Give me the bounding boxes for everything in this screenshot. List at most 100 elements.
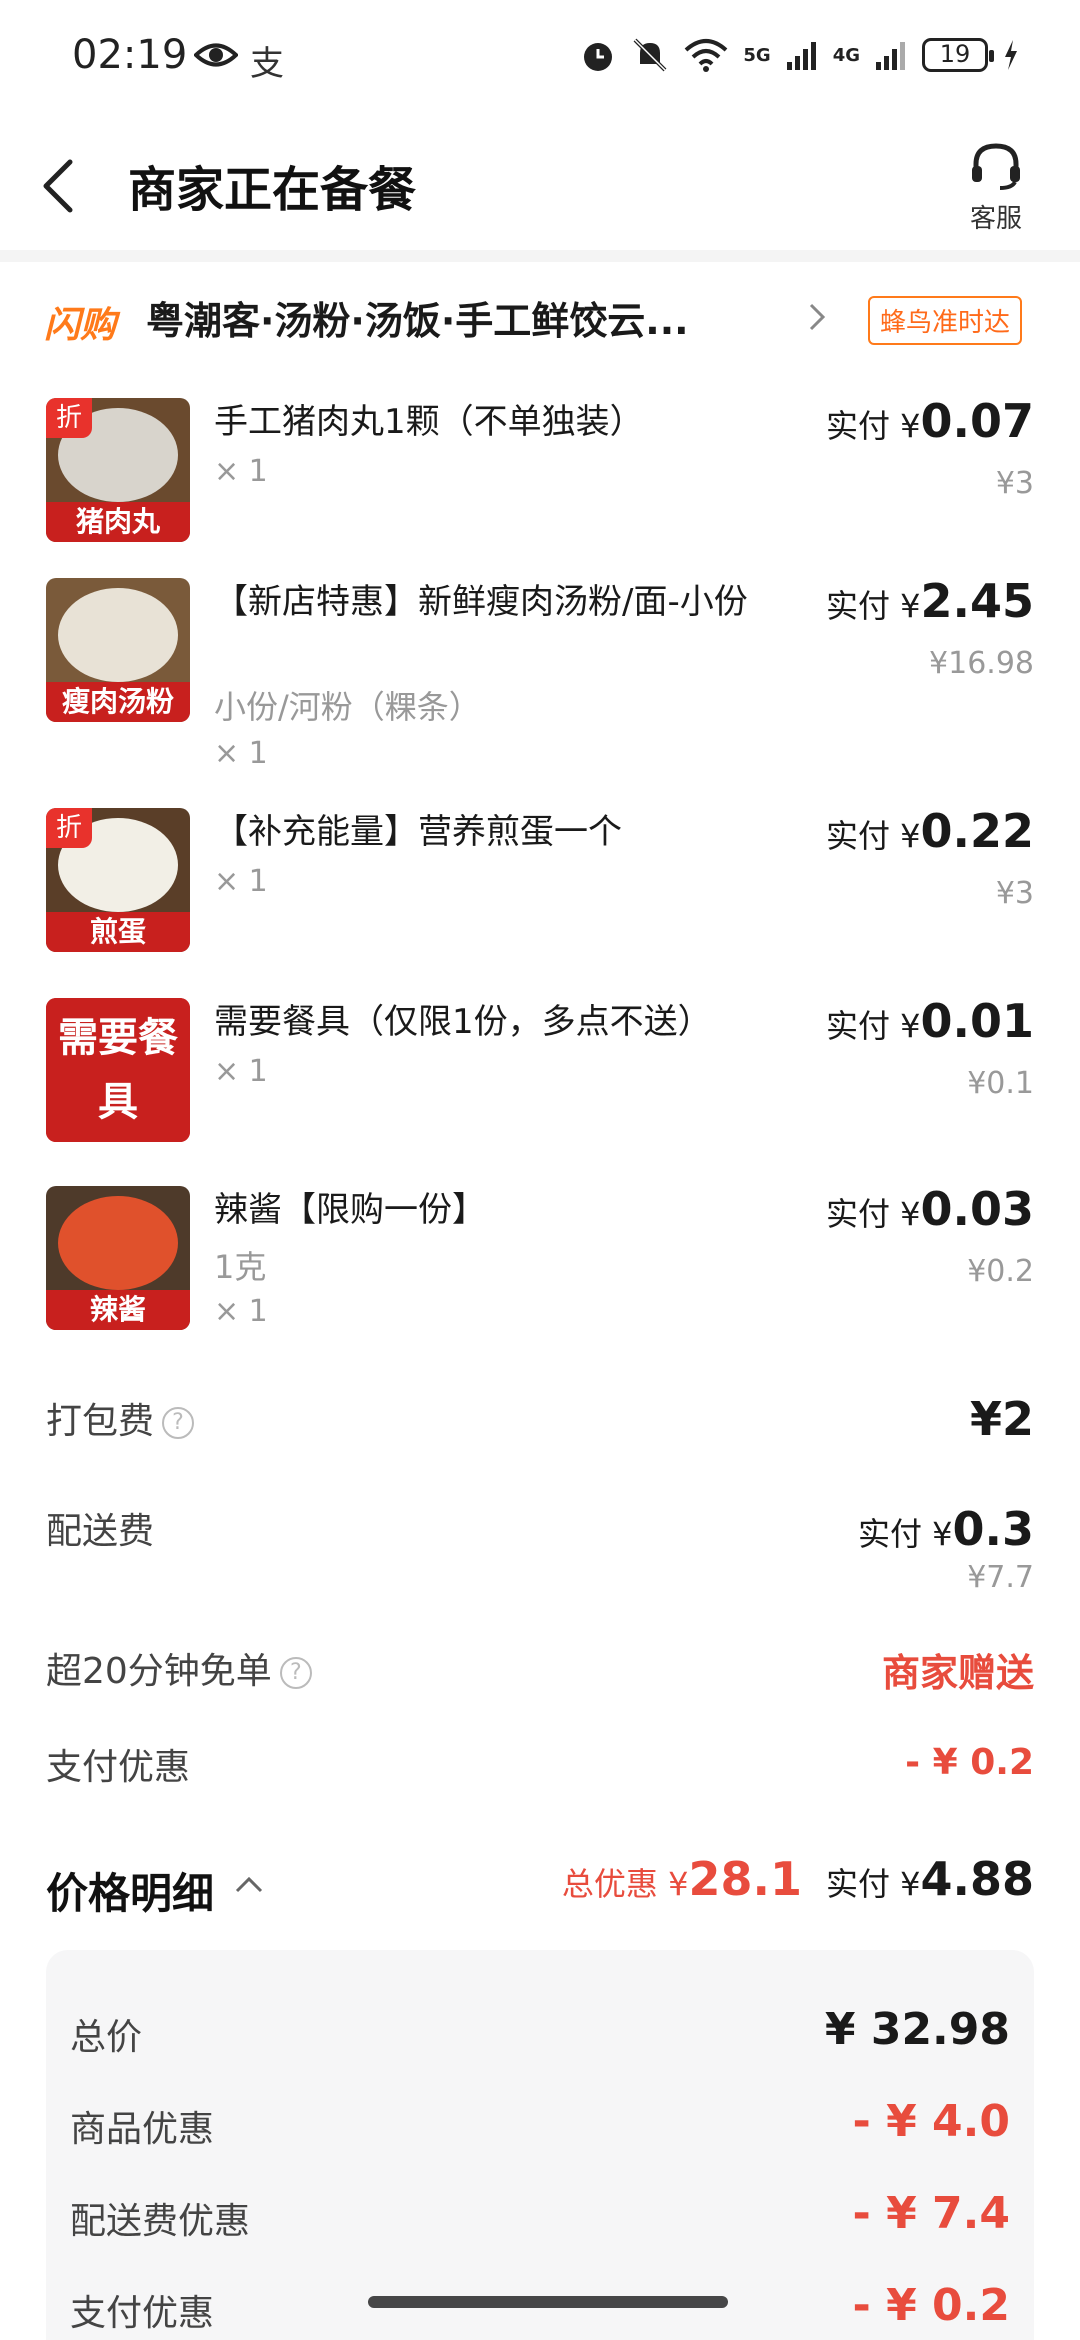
breakdown-label: 商品优惠 [70, 2109, 215, 2150]
wifi-icon [685, 39, 728, 72]
item-quantity: × 1 [214, 1054, 268, 1089]
packing-fee-label: 打包费? [46, 1392, 195, 1444]
help-icon[interactable]: ? [279, 1657, 312, 1689]
help-icon[interactable]: ? [162, 1407, 195, 1439]
item-thumbnail: 折 煎蛋 [46, 808, 190, 952]
total-paid-value: 4.88 [920, 1852, 1035, 1906]
paid-label: 实付 ¥ [825, 1865, 921, 1903]
total-discount-value: 28.1 [688, 1852, 802, 1906]
paid-value: 0.03 [920, 1182, 1035, 1236]
top-nav: 商家正在备餐 客服 [0, 120, 1080, 250]
breakdown-value: - ¥ 4.0 [852, 2096, 1010, 2147]
item-original-price: ¥0.1 [967, 1066, 1034, 1101]
breakdown-value: - ¥ 0.2 [852, 2280, 1010, 2331]
delivery-original-price: ¥7.7 [967, 1560, 1034, 1595]
breakdown-row: 总价 ¥ 32.98 [46, 2004, 1034, 2068]
eye-icon [194, 43, 238, 67]
alarm-icon [584, 43, 613, 71]
chevron-up-icon[interactable] [234, 1874, 264, 1894]
item-original-price: ¥0.2 [967, 1254, 1034, 1289]
item-thumbnail: 需要餐具 [46, 998, 190, 1142]
thumbnail-label: 猪肉丸 [46, 502, 190, 542]
price-breakdown-panel: 总价 ¥ 32.98 商品优惠 - ¥ 4.0 配送费优惠 - ¥ 7.4 支付… [46, 1950, 1034, 2340]
battery-icon: 19 [922, 38, 994, 72]
pay-discount-row: 支付优惠 - ¥ 0.2 [0, 1738, 1080, 1818]
item-name: 【补充能量】营养煎蛋一个 [214, 812, 622, 852]
pay-discount-value: - ¥ 0.2 [905, 1742, 1034, 1783]
flash-buy-tag: 闪购 [44, 305, 117, 346]
item-paid-price: 实付 ¥0.22 [826, 804, 1034, 858]
headset-icon [972, 143, 1020, 190]
order-item[interactable]: 瘦肉汤粉 【新店特惠】新鲜瘦肉汤粉/面-小份 小份/河粉（粿条） × 1 实付 … [0, 574, 1080, 778]
order-item[interactable]: 折 煎蛋 【补充能量】营养煎蛋一个 × 1 实付 ¥0.22 ¥3 [0, 804, 1080, 968]
order-item[interactable]: 辣酱 辣酱【限购一份】 1克 × 1 实付 ¥0.03 ¥0.2 [0, 1182, 1080, 1346]
paid-value: 0.3 [952, 1502, 1035, 1556]
item-paid-price: 实付 ¥2.45 [826, 574, 1034, 628]
item-spec: 1克 [214, 1248, 267, 1286]
breakdown-label: 配送费优惠 [70, 2201, 251, 2242]
delivery-fee-row: 配送费 实付 ¥0.3 ¥7.7 [0, 1502, 1080, 1602]
paid-value: 0.22 [920, 804, 1035, 858]
breakdown-value: ¥ 32.98 [824, 2004, 1010, 2055]
breakdown-label: 总价 [70, 2017, 143, 2058]
total-discount-label: 总优惠 ¥ [561, 1865, 689, 1903]
alipay-icon: 支 [250, 44, 284, 84]
breakdown-row: 商品优惠 - ¥ 4.0 [46, 2096, 1034, 2160]
paid-label: 实付 ¥ [825, 587, 921, 625]
item-name: 【新店特惠】新鲜瘦肉汤粉/面-小份 [214, 582, 748, 622]
status-icons: 5G 4G 19 [579, 36, 1020, 74]
on-time-badge: 蜂鸟准时达 [868, 296, 1023, 345]
status-time: 02:19 [72, 32, 188, 78]
item-quantity: × 1 [214, 736, 268, 771]
network-4g-label: 4G [832, 44, 860, 66]
breakdown-row: 配送费优惠 - ¥ 7.4 [46, 2188, 1034, 2252]
status-bar: 02:19 支 5G 4G 19 [0, 0, 1080, 120]
store-row[interactable]: 闪购 粤潮客·汤粉·汤饭·手工鲜饺云... 蜂鸟准时达 [0, 262, 1080, 372]
store-name[interactable]: 粤潮客·汤粉·汤饭·手工鲜饺云... [146, 290, 689, 345]
paid-value: 0.07 [920, 394, 1035, 448]
paid-label: 实付 ¥ [825, 407, 921, 445]
delivery-fee-label: 配送费 [46, 1511, 155, 1552]
item-paid-price: 实付 ¥0.01 [826, 994, 1034, 1048]
price-detail-summary: 总优惠 ¥28.1 实付 ¥4.88 [562, 1852, 1034, 1906]
late-free-row: 超20分钟免单? 商家赠送 [0, 1642, 1080, 1722]
discount-tag: 折 [46, 808, 92, 848]
item-quantity: × 1 [214, 864, 268, 899]
discount-tag: 折 [46, 398, 92, 438]
thumbnail-label: 瘦肉汤粉 [46, 682, 190, 722]
late-free-value: 商家赠送 [881, 1651, 1034, 1695]
thumbnail-label: 辣酱 [46, 1290, 190, 1330]
thumbnail-label: 需要餐具 [46, 998, 190, 1142]
item-thumbnail: 折 猪肉丸 [46, 398, 190, 542]
packing-fee-row: 打包费? ¥2 [0, 1392, 1080, 1472]
mute-bell-icon [633, 38, 667, 72]
late-free-text: 超20分钟免单 [46, 1651, 272, 1692]
thumbnail-label: 煎蛋 [46, 912, 190, 952]
price-detail-title[interactable]: 价格明细 [46, 1860, 214, 1921]
paid-value: 0.01 [920, 994, 1035, 1048]
item-name: 辣酱【限购一份】 [214, 1190, 486, 1230]
customer-service-button[interactable]: 客服 [956, 140, 1036, 235]
order-item[interactable]: 折 猪肉丸 手工猪肉丸1颗（不单独装） × 1 实付 ¥0.07 ¥3 [0, 394, 1080, 568]
item-original-price: ¥3 [995, 876, 1034, 911]
item-original-price: ¥3 [995, 466, 1034, 501]
chevron-right-icon[interactable] [808, 302, 826, 332]
packing-fee-text: 打包费 [46, 1401, 155, 1442]
charging-icon [1005, 40, 1017, 70]
network-5g-label: 5G [743, 44, 771, 66]
item-thumbnail: 瘦肉汤粉 [46, 578, 190, 722]
breakdown-label: 支付优惠 [70, 2293, 215, 2334]
header-divider [0, 250, 1080, 262]
item-paid-price: 实付 ¥0.07 [826, 394, 1034, 448]
paid-label: 实付 ¥ [825, 1195, 921, 1233]
item-spec: 小份/河粉（粿条） [214, 688, 481, 726]
home-indicator[interactable] [368, 2296, 728, 2308]
item-name: 手工猪肉丸1颗（不单独装） [214, 402, 644, 442]
back-arrow-icon[interactable] [38, 156, 78, 216]
signal-4g-icon [876, 42, 905, 70]
order-item[interactable]: 需要餐具 需要餐具（仅限1份，多点不送） × 1 实付 ¥0.01 ¥0.1 [0, 994, 1080, 1158]
item-paid-price: 实付 ¥0.03 [826, 1182, 1034, 1236]
paid-label: 实付 ¥ [857, 1515, 953, 1553]
breakdown-value: - ¥ 7.4 [852, 2188, 1010, 2239]
page-title: 商家正在备餐 [128, 162, 417, 218]
